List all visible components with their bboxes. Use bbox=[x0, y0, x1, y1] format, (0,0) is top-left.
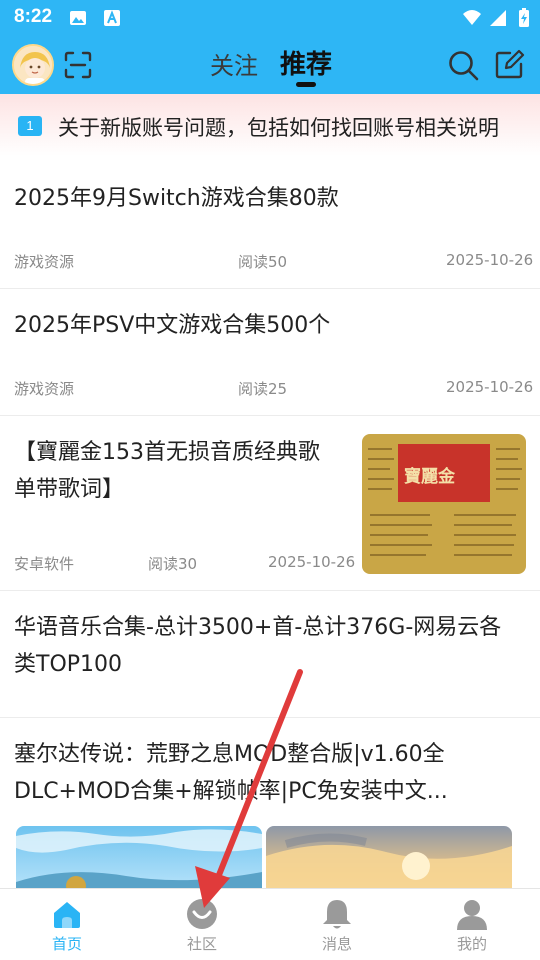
item-title-line-1: 【寶麗金153首无损音质经典歌 bbox=[14, 440, 320, 465]
notice-badge: 1 bbox=[18, 116, 42, 136]
bottom-navigation: 首页 社区 消息 我的 bbox=[0, 888, 540, 960]
item-category: 游戏资源 bbox=[14, 253, 75, 271]
item-title-line-2: 类TOP100 bbox=[14, 652, 123, 677]
item-title: 2025年9月Switch游戏合集80款 bbox=[14, 186, 339, 211]
community-icon bbox=[187, 899, 217, 929]
game-screenshot-thumbnail[interactable] bbox=[16, 826, 262, 896]
edit-icon[interactable] bbox=[492, 48, 526, 82]
status-time: 8:22 bbox=[14, 6, 53, 27]
nav-home[interactable]: 首页 bbox=[12, 889, 122, 960]
user-icon bbox=[457, 900, 487, 930]
feed-item[interactable]: 【寶麗金153首无损音质经典歌 单带歌词】 安卓软件 阅读30 2025-10-… bbox=[0, 416, 540, 591]
wifi-icon bbox=[463, 10, 481, 25]
album-cover-title: 寶麗金 bbox=[404, 467, 455, 487]
nav-messages[interactable]: 消息 bbox=[282, 889, 392, 960]
active-tab-indicator bbox=[296, 82, 316, 87]
home-icon bbox=[54, 902, 80, 928]
feed-item[interactable]: 2025年PSV中文游戏合集500个 游戏资源 阅读25 2025-10-26 bbox=[0, 289, 540, 416]
item-title-line-2: 单带歌词】 bbox=[14, 477, 125, 502]
gallery-notification-icon bbox=[70, 11, 86, 25]
item-title-line-2: DLC+MOD合集+解锁帧率|PC免安装中文... bbox=[14, 779, 448, 804]
item-title: 2025年PSV中文游戏合集500个 bbox=[14, 313, 331, 338]
item-reads: 阅读50 bbox=[238, 253, 288, 271]
item-date: 2025-10-26 bbox=[268, 553, 356, 571]
item-reads: 阅读25 bbox=[238, 380, 288, 398]
item-category: 游戏资源 bbox=[14, 380, 75, 398]
nav-community-label: 社区 bbox=[186, 935, 217, 953]
item-title-line-1: 塞尔达传说：荒野之息MOD整合版|v1.60全 bbox=[14, 742, 445, 767]
status-bar: 8:22 bbox=[0, 0, 540, 36]
avatar[interactable] bbox=[12, 44, 54, 86]
scan-icon[interactable] bbox=[62, 49, 94, 81]
album-cover-thumbnail[interactable]: 寶麗金 bbox=[362, 434, 526, 574]
app-notification-icon bbox=[104, 10, 120, 26]
tab-recommend[interactable]: 推荐 bbox=[280, 44, 332, 81]
nav-home-label: 首页 bbox=[51, 935, 82, 953]
feed-item[interactable]: 2025年9月Switch游戏合集80款 游戏资源 阅读50 2025-10-2… bbox=[0, 156, 540, 289]
nav-profile-label: 我的 bbox=[456, 935, 487, 953]
avatar-face-icon bbox=[14, 46, 52, 84]
tab-follow[interactable]: 关注 bbox=[210, 46, 258, 81]
signal-icon bbox=[490, 10, 506, 26]
item-date: 2025-10-26 bbox=[446, 378, 534, 396]
nav-profile[interactable]: 我的 bbox=[417, 889, 527, 960]
notice-text: 关于新版账号问题，包括如何找回账号相关说明 bbox=[58, 116, 499, 140]
nav-messages-label: 消息 bbox=[321, 935, 352, 953]
game-artwork-thumbnail[interactable] bbox=[266, 826, 512, 896]
top-header: 关注 推荐 bbox=[0, 36, 540, 94]
search-icon[interactable] bbox=[446, 48, 480, 82]
feed-item[interactable]: 华语音乐合集-总计3500+首-总计376G-网易云各 类TOP100 bbox=[0, 591, 540, 718]
item-category: 安卓软件 bbox=[14, 555, 75, 573]
nav-community[interactable]: 社区 bbox=[147, 889, 257, 960]
announcement-bar[interactable]: 1 关于新版账号问题，包括如何找回账号相关说明 bbox=[0, 94, 540, 156]
battery-charging-icon bbox=[519, 8, 529, 27]
sky-image bbox=[266, 833, 512, 896]
landscape-image bbox=[16, 829, 262, 896]
item-title-line-1: 华语音乐合集-总计3500+首-总计376G-网易云各 bbox=[14, 615, 502, 640]
bell-icon bbox=[323, 900, 351, 929]
item-date: 2025-10-26 bbox=[446, 251, 534, 269]
item-reads: 阅读30 bbox=[148, 555, 198, 573]
